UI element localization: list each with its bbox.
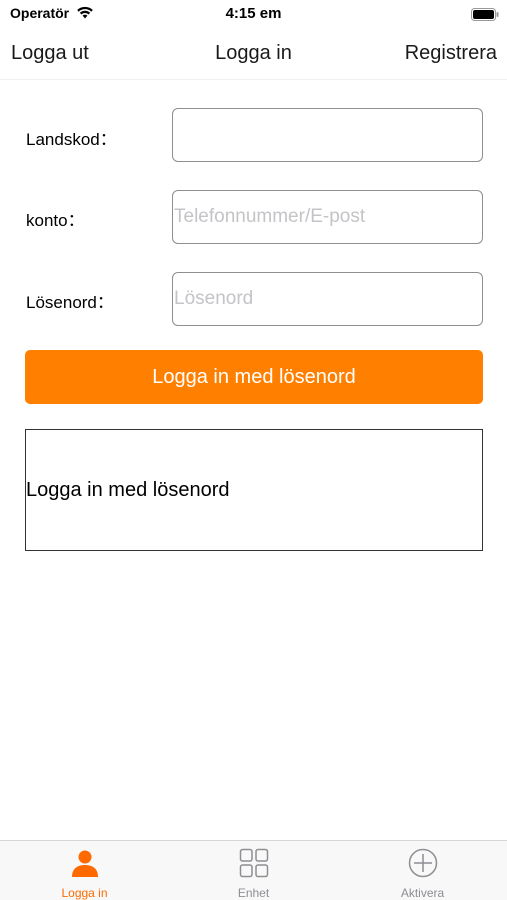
account-label: konto： [26,211,85,230]
password-label: Lösenord： [26,293,114,312]
logout-button[interactable]: Logga ut [11,42,89,65]
tab-device[interactable]: Enhet [169,841,338,900]
country-code-label: Landskod： [26,130,117,149]
country-code-input[interactable] [172,108,483,162]
tab-login-label: Logga in [61,886,108,900]
status-bar: Operatör 4:15 em [0,0,507,28]
grid-icon [239,848,269,883]
register-button[interactable]: Registrera [405,42,497,65]
person-icon [70,848,100,883]
secondary-login-label: Logga in med lösenord [26,478,230,501]
navigation-bar: Logga ut Logga in Registrera [0,28,507,80]
tab-activate-label: Aktivera [400,886,445,900]
tab-activate[interactable]: Aktivera [338,841,507,900]
status-time: 4:15 em [225,5,282,22]
tab-device-label: Enhet [237,886,270,900]
account-input[interactable] [172,190,483,244]
tab-login[interactable]: Logga in [0,841,169,900]
tab-bar: Logga in Enhet Aktivera [0,840,507,900]
password-input[interactable] [172,272,483,326]
password-login-button[interactable]: Logga in med lösenord [25,350,483,404]
plus-circle-icon [408,848,438,883]
battery-icon [471,8,499,26]
secondary-login-box[interactable]: Logga in med lösenord [25,429,483,551]
